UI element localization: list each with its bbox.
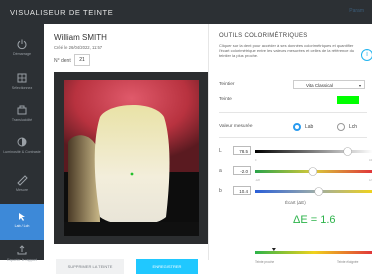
b-value-field[interactable]: 10.4 bbox=[233, 186, 251, 195]
camera-icon bbox=[17, 105, 27, 115]
delta-e-value: ΔE = 1.6 bbox=[293, 214, 336, 226]
scale-max-label: Teinte éloignée bbox=[337, 260, 359, 264]
scale-min-label: Teinte proche bbox=[255, 260, 275, 264]
l-value-field[interactable]: 78.5 bbox=[233, 146, 251, 155]
a-letter: a bbox=[219, 168, 222, 174]
lab-radio-label: Lab bbox=[305, 124, 314, 130]
settings-link[interactable]: Param bbox=[349, 8, 364, 14]
power-icon bbox=[17, 39, 27, 50]
sidebar-item-lab-lch[interactable]: Lab / Lch bbox=[0, 204, 44, 240]
shade-guide-select[interactable]: Vita Classical ▾ bbox=[293, 80, 365, 89]
shade-guide-value: Vita Classical bbox=[306, 83, 333, 88]
tooth-image[interactable] bbox=[54, 72, 255, 244]
l-letter: L bbox=[219, 148, 222, 154]
panel-description: Cliquer sur la dent pour accéder à ses d… bbox=[219, 43, 355, 59]
sidebar-item-label: Mesure bbox=[16, 188, 28, 192]
b-slider-thumb[interactable] bbox=[314, 187, 324, 196]
patient-name: William SMITH bbox=[54, 33, 107, 42]
divider bbox=[219, 137, 367, 138]
a-slider-thumb[interactable] bbox=[308, 167, 318, 176]
b-letter: b bbox=[219, 188, 222, 194]
delta-e-scale bbox=[255, 248, 372, 254]
sidebar-item-label: Luminosité & Contraste bbox=[3, 150, 41, 154]
b-slider[interactable] bbox=[255, 185, 372, 201]
colorimetric-panel: OUTILS COLORIMÉTRIQUES Cliquer sur la de… bbox=[209, 24, 372, 264]
lch-radio[interactable] bbox=[337, 123, 345, 131]
delete-shade-button[interactable]: SUPPRIMER LA TEINTE bbox=[56, 259, 124, 274]
measured-value-label: Valeur mesurée bbox=[219, 124, 253, 129]
main-area: William SMITH Créé le 26/04/2022, 11:57 … bbox=[44, 24, 255, 274]
app-header: VISUALISEUR DE TEINTE Param bbox=[0, 0, 372, 24]
pointer-icon bbox=[19, 213, 25, 221]
save-button[interactable]: ENREGISTRER bbox=[136, 259, 198, 274]
lch-radio-label: Lch bbox=[349, 124, 358, 130]
delta-e-marker bbox=[271, 248, 276, 251]
lab-radio[interactable] bbox=[293, 123, 301, 131]
a-value-field[interactable]: -2.0 bbox=[233, 166, 251, 175]
delta-e-label: Écart (ΔE) bbox=[285, 200, 306, 205]
l-min: 0 bbox=[255, 159, 257, 162]
tooth-number-field[interactable]: 21 bbox=[74, 54, 90, 66]
chevron-down-icon: ▾ bbox=[358, 83, 361, 88]
shade-guide-label: Teintier bbox=[219, 82, 235, 87]
app-title: VISUALISEUR DE TEINTE bbox=[10, 7, 114, 17]
sidebar-item-label: Exporter le rapport bbox=[7, 258, 37, 262]
l-range: 0 100 bbox=[255, 159, 372, 162]
sidebar: Démarrage Sélectionnez Translucidité Lum… bbox=[0, 24, 44, 262]
sidebar-item-translucidite[interactable]: Translucidité bbox=[0, 98, 44, 134]
upload-icon bbox=[17, 245, 27, 255]
measure-point bbox=[130, 172, 134, 176]
contrast-icon bbox=[17, 137, 27, 147]
ruler-icon bbox=[17, 175, 28, 186]
sidebar-item-luminosite[interactable]: Luminosité & Contraste bbox=[0, 130, 44, 166]
a-min: -128 bbox=[255, 179, 260, 182]
divider bbox=[219, 112, 367, 113]
sidebar-item-label: Sélectionnez bbox=[11, 86, 33, 90]
panel-title: OUTILS COLORIMÉTRIQUES bbox=[219, 33, 308, 39]
sidebar-item-label: Démarrage bbox=[13, 52, 31, 56]
l-slider-thumb[interactable] bbox=[343, 147, 352, 156]
tooth-photo[interactable] bbox=[54, 72, 255, 244]
sidebar-item-label: Lab / Lch bbox=[14, 224, 30, 228]
shade-swatch bbox=[337, 96, 359, 104]
sidebar-item-mesure[interactable]: Mesure bbox=[0, 168, 44, 204]
sidebar-item-label: Translucidité bbox=[11, 118, 33, 122]
shade-label: Teinte bbox=[219, 97, 232, 102]
sidebar-item-exporter[interactable]: Exporter le rapport bbox=[0, 238, 44, 274]
tooth-number-label: N° dent bbox=[54, 58, 71, 64]
sidebar-item-demarrage[interactable]: Démarrage bbox=[0, 32, 44, 68]
sidebar-item-selection[interactable]: Sélectionnez bbox=[0, 66, 44, 102]
grid-icon bbox=[17, 73, 27, 83]
info-icon[interactable]: i bbox=[361, 49, 372, 61]
created-date: Créé le 26/04/2022, 11:57 bbox=[54, 45, 103, 50]
a-range: -128 127 bbox=[255, 179, 372, 182]
